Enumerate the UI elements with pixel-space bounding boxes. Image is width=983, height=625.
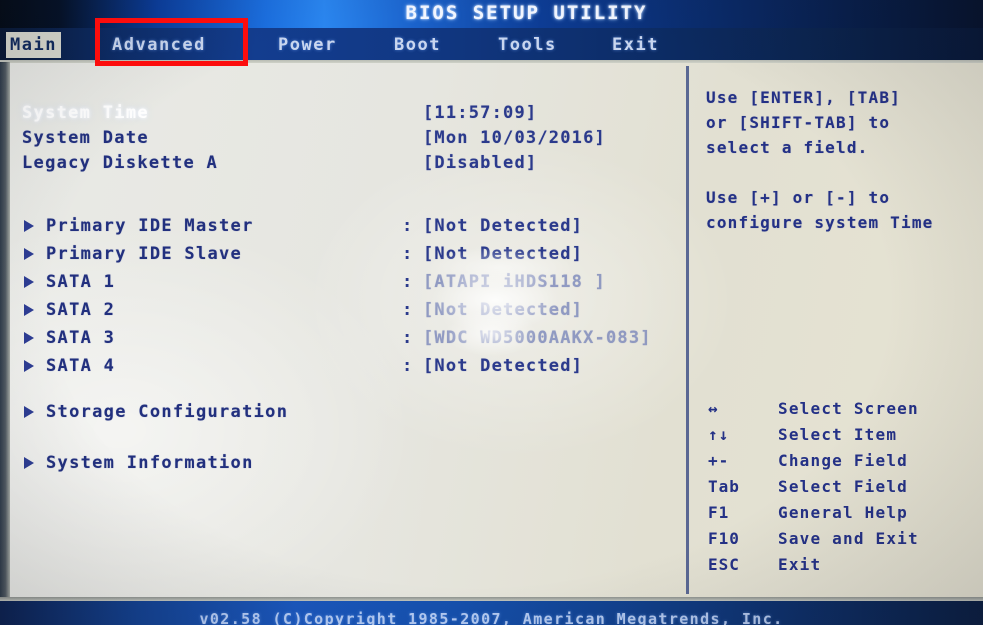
setting-value-legacy-diskette-a[interactable]: [Disabled] [423,150,537,176]
legend-desc-general-help: General Help [778,503,908,522]
bios-setup-screen: BIOS SETUP UTILITY Main Advanced Power B… [0,0,983,625]
drive-colon-sata-4: : [402,356,413,376]
drive-value-primary-ide-master: [Not Detected] [423,216,584,236]
drive-label-sata-2: SATA 2 [46,300,116,320]
copyright-text: v02.58 (C)Copyright 1985-2007, American … [199,610,784,625]
help-text-line-1: Use [ENTER], [TAB] [706,88,901,107]
drive-value-primary-ide-slave: [Not Detected] [423,244,584,264]
frame-left-border [0,62,10,602]
chevron-right-icon [24,360,34,372]
legend-desc-exit: Exit [778,555,822,574]
drive-value-sata-2: [Not Detected] [423,300,584,320]
legend-desc-select-field: Select Field [778,477,908,496]
drive-label-sata-3: SATA 3 [46,328,116,348]
setting-value-system-time[interactable]: [11:57:09] [423,100,537,126]
drive-label-sata-1: SATA 1 [46,272,116,292]
tab-tools[interactable]: Tools [498,32,557,58]
chevron-right-icon [24,332,34,344]
setting-value-system-date[interactable]: [Mon 10/03/2016] [423,125,606,151]
chevron-right-icon [24,276,34,288]
legend-key-f1: F1 [708,503,730,522]
legend-key-esc: ESC [708,555,740,574]
drive-value-sata-1: [ATAPI iHDS118 ] [423,272,606,292]
legend-desc-save-and-exit: Save and Exit [778,529,919,548]
legend-key-arrows-vertical: ↑↓ [708,425,730,444]
legend-key-plus-minus: +- [708,451,730,470]
drive-colon-sata-1: : [402,272,413,292]
chevron-right-icon [24,304,34,316]
drive-colon-sata-2: : [402,300,413,320]
drive-colon-sata-3: : [402,328,413,348]
tab-main[interactable]: Main [6,32,61,58]
setting-label-legacy-diskette-a: Legacy Diskette A [22,153,219,173]
chevron-right-icon [24,248,34,260]
tab-power[interactable]: Power [278,32,337,58]
drive-label-sata-4: SATA 4 [46,356,116,376]
footer-bar: v02.58 (C)Copyright 1985-2007, American … [0,601,983,625]
menu-underline [0,60,983,63]
menu-bar[interactable]: Main Advanced Power Boot Tools Exit [0,28,983,62]
tab-exit[interactable]: Exit [612,32,659,58]
page-title: BIOS SETUP UTILITY [405,2,648,24]
pane-divider [686,66,689,594]
setting-label-system-time: System Time [22,103,149,123]
setting-label-system-date: System Date [22,128,149,148]
legend-key-tab: Tab [708,477,740,496]
drive-label-primary-ide-slave: Primary IDE Slave [46,244,243,264]
drive-value-sata-4: [Not Detected] [423,356,584,376]
submenu-label-system-information: System Information [46,453,254,473]
legend-desc-change-field: Change Field [778,451,908,470]
tab-advanced[interactable]: Advanced [112,32,206,58]
help-text-line-2: or [SHIFT-TAB] to [706,113,891,132]
submenu-label-storage-configuration: Storage Configuration [46,402,289,422]
drive-label-primary-ide-master: Primary IDE Master [46,216,254,236]
help-text-line-5: Use [+] or [-] to [706,188,891,207]
tab-boot[interactable]: Boot [394,32,441,58]
chevron-right-icon [24,220,34,232]
help-text-line-3: select a field. [706,138,869,157]
legend-desc-select-screen: Select Screen [778,399,919,418]
legend-desc-select-item: Select Item [778,425,898,444]
chevron-right-icon [24,457,34,469]
main-settings-pane: System Time [11:57:09] System Date [Mon … [10,66,686,594]
chevron-right-icon [24,406,34,418]
title-bar: BIOS SETUP UTILITY [0,0,983,28]
help-text-line-6: configure system Time [706,213,934,232]
help-pane: Use [ENTER], [TAB] or [SHIFT-TAB] to sel… [692,66,983,594]
drive-colon-primary-ide-master: : [402,216,413,236]
drive-value-sata-3: [WDC WD5000AAKX-083] [423,328,652,348]
drive-colon-primary-ide-slave: : [402,244,413,264]
legend-key-f10: F10 [708,529,740,548]
legend-key-arrows-horizontal: ↔ [708,399,719,418]
